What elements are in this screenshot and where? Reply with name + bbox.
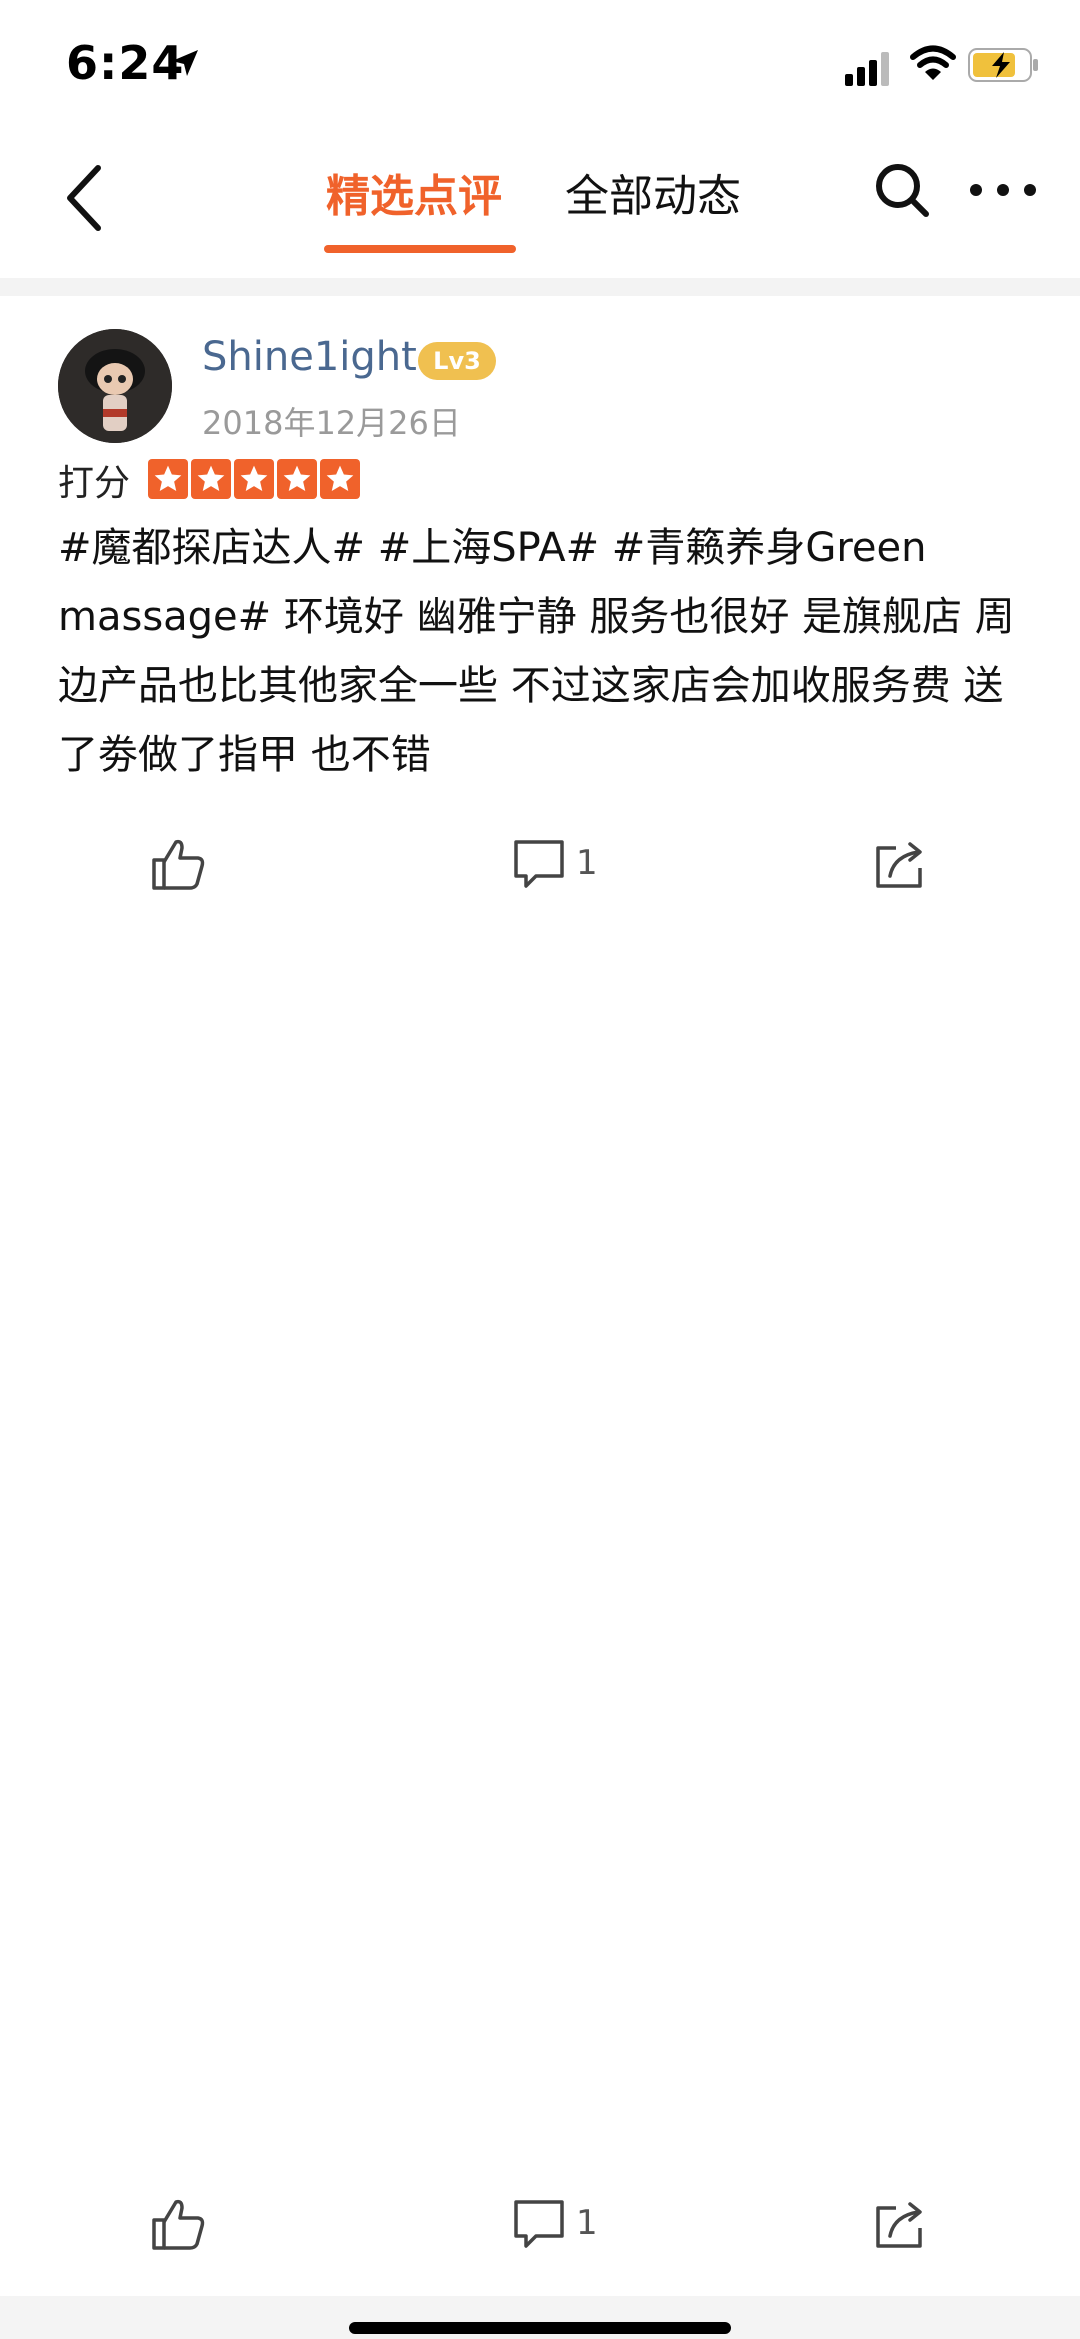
star-icon <box>148 459 188 499</box>
bottom-comment-button[interactable]: 1 <box>512 2196 598 2250</box>
star-icon <box>191 459 231 499</box>
level-badge: Lv3 <box>418 342 496 380</box>
bottom-action-bar: 1 <box>0 2196 1080 2286</box>
tab-featured-reviews[interactable]: 精选点评 <box>326 160 502 224</box>
status-time: 6:24 <box>66 36 185 90</box>
battery-charging-icon <box>968 48 1038 82</box>
review-text: #魔都探店达人# #上海SPA# #青籁养身Green massage# 环境好… <box>58 525 1015 778</box>
score-label: 打分 <box>58 463 131 504</box>
active-tab-indicator <box>324 245 516 253</box>
search-icon[interactable] <box>872 160 932 220</box>
wifi-icon <box>910 45 956 80</box>
share-button[interactable] <box>872 836 928 892</box>
comment-icon <box>514 2200 564 2248</box>
star-rating <box>148 459 360 499</box>
reviewer-username[interactable]: Shine1ight <box>202 334 417 380</box>
location-arrow-icon <box>172 50 198 76</box>
section-divider <box>0 278 1080 296</box>
nav-bar: 精选点评 全部动态 <box>0 130 1080 275</box>
status-bar: 6:24 <box>0 0 1080 130</box>
thumbs-up-icon <box>152 2199 205 2250</box>
comment-count: 1 <box>576 843 598 883</box>
comment-icon <box>514 840 564 888</box>
review-card: Shine1ight Lv3 2018年12月26日 打分 #魔都探店达人# #… <box>0 296 1080 2296</box>
bottom-share-button[interactable] <box>872 2196 928 2252</box>
bottom-comment-count: 1 <box>576 2203 598 2243</box>
comment-button[interactable]: 1 <box>512 836 598 890</box>
avatar[interactable] <box>58 329 172 443</box>
home-indicator[interactable] <box>349 2322 731 2334</box>
review-date: 2018年12月26日 <box>202 404 461 442</box>
share-icon <box>876 2202 922 2248</box>
share-icon <box>876 842 922 888</box>
star-icon <box>234 459 274 499</box>
back-arrow-icon[interactable] <box>58 158 118 238</box>
more-options-icon[interactable] <box>968 180 1038 200</box>
review-action-bar: 1 <box>0 836 1080 926</box>
star-icon <box>320 459 360 499</box>
cellular-signal-icon <box>845 52 889 86</box>
thumbs-up-icon <box>152 839 205 890</box>
like-button[interactable] <box>150 836 206 892</box>
star-icon <box>277 459 317 499</box>
bottom-like-button[interactable] <box>150 2196 206 2252</box>
tab-all-activity[interactable]: 全部动态 <box>565 160 741 224</box>
